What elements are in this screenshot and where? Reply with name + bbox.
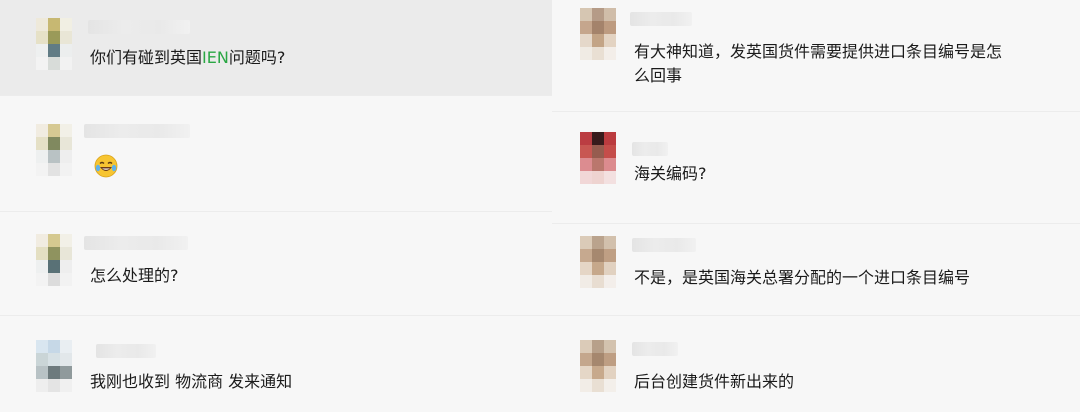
laugh-cry-emoji	[94, 154, 118, 178]
avatar	[580, 132, 616, 184]
sender-name	[630, 12, 692, 26]
sender-name	[96, 344, 156, 358]
avatar	[580, 340, 616, 392]
chat-screenshot: 你们有碰到英国IEN问题吗? 怎么处理的? 我刚也收到 物流商 发来通知 有大神…	[0, 0, 1080, 412]
avatar	[36, 340, 72, 392]
chat-message[interactable]: 你们有碰到英国IEN问题吗?	[0, 0, 552, 96]
chat-column-left: 你们有碰到英国IEN问题吗? 怎么处理的? 我刚也收到 物流商 发来通知	[0, 0, 552, 412]
avatar	[580, 8, 616, 60]
chat-message[interactable]: 不是，是英国海关总署分配的一个进口条目编号	[552, 224, 1080, 316]
chat-message[interactable]: 怎么处理的?	[0, 212, 552, 316]
sender-name	[632, 238, 696, 252]
sender-name	[84, 124, 190, 138]
chat-message[interactable]: 有大神知道，发英国货件需要提供进口条目编号是怎 么回事	[552, 0, 1080, 112]
message-text: 我刚也收到 物流商 发来通知	[90, 372, 293, 391]
sender-name	[632, 142, 668, 156]
ien-highlight: IEN	[202, 48, 229, 67]
chat-message[interactable]: 海关编码?	[552, 112, 1080, 224]
avatar	[36, 124, 72, 176]
avatar	[36, 18, 72, 70]
message-text: 海关编码?	[634, 164, 707, 183]
chat-column-right: 有大神知道，发英国货件需要提供进口条目编号是怎 么回事 海关编码? 不是，是英国海…	[552, 0, 1080, 412]
chat-message[interactable]: 我刚也收到 物流商 发来通知	[0, 316, 552, 412]
chat-message[interactable]	[0, 96, 552, 212]
avatar	[36, 234, 72, 286]
sender-name	[88, 20, 190, 34]
message-text: 怎么处理的?	[90, 266, 179, 285]
message-text: 后台创建货件新出来的	[634, 372, 795, 391]
message-text: 不是，是英国海关总署分配的一个进口条目编号	[634, 268, 971, 287]
message-text: 有大神知道，发英国货件需要提供进口条目编号是怎 么回事	[634, 42, 1003, 85]
chat-message[interactable]: 后台创建货件新出来的	[552, 316, 1080, 412]
avatar	[580, 236, 616, 288]
sender-name	[84, 236, 188, 250]
sender-name	[632, 342, 678, 356]
message-text: 你们有碰到英国IEN问题吗?	[90, 48, 286, 67]
